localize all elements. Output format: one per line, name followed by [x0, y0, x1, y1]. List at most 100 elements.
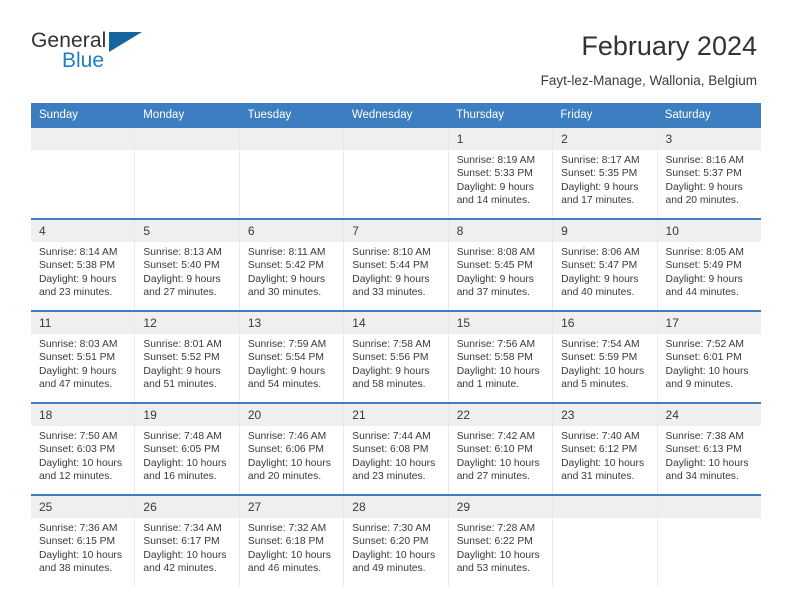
calendar-day-cell[interactable]: 24 Sunrise: 7:38 AM Sunset: 6:13 PM Dayligh… — [656, 404, 761, 494]
calendar-day-cell[interactable]: 12 Sunrise: 8:01 AM Sunset: 5:52 PM Dayligh… — [134, 312, 239, 402]
day-sunrise-text: Sunrise: 7:58 AM — [352, 339, 431, 350]
day-number: 25 — [31, 496, 135, 518]
calendar-day-cell[interactable]: 19 Sunrise: 7:48 AM Sunset: 6:05 PM Dayligh… — [134, 404, 239, 494]
day-sun-info: Sunrise: 8:13 AM Sunset: 5:40 PM Daylight:… — [135, 242, 238, 300]
general-blue-logo[interactable]: General Blue — [31, 28, 161, 78]
calendar-day-cell[interactable]: 11 Sunrise: 8:03 AM Sunset: 5:51 PM Dayligh… — [31, 312, 135, 402]
day-daylight-text: Daylight: 10 hours and 23 minutes. — [352, 457, 436, 483]
calendar-day-cell-empty — [552, 496, 657, 586]
weekday-header-row: Sunday Monday Tuesday Wednesday Thursday Frid… — [31, 103, 761, 128]
day-daylight-text: Daylight: 10 hours and 49 minutes. — [352, 549, 436, 575]
day-number: 15 — [448, 312, 553, 334]
calendar-day-cell[interactable]: 7 Sunrise: 8:10 AM Sunset: 5:44 PM Daylight… — [343, 220, 448, 310]
calendar-week-row: 25 Sunrise: 7:36 AM Sunset: 6:15 PM Dayligh… — [31, 494, 761, 586]
day-sunrise-text: Sunrise: 7:36 AM — [39, 523, 118, 534]
day-sunset-text: Sunset: 5:40 PM — [143, 260, 220, 272]
day-number — [31, 128, 135, 150]
day-sunset-text: Sunset: 6:18 PM — [247, 536, 324, 548]
day-sunset-text: Sunset: 5:52 PM — [143, 352, 220, 364]
day-daylight-text: Daylight: 10 hours and 31 minutes. — [561, 457, 645, 483]
calendar-day-cell[interactable]: 18 Sunrise: 7:50 AM Sunset: 6:03 PM Dayligh… — [31, 404, 135, 494]
calendar-day-cell[interactable]: 23 Sunrise: 7:40 AM Sunset: 6:12 PM Dayligh… — [552, 404, 657, 494]
day-sunrise-text: Sunrise: 7:32 AM — [247, 523, 327, 534]
day-sun-info: Sunrise: 7:38 AM Sunset: 6:13 PM Daylight:… — [658, 426, 761, 484]
calendar-day-cell[interactable]: 20 Sunrise: 7:46 AM Sunset: 6:06 PM Dayligh… — [238, 404, 344, 494]
day-sunset-text: Sunset: 5:42 PM — [247, 260, 324, 272]
calendar-week-row: 4 Sunrise: 8:14 AM Sunset: 5:38 PM Daylight… — [31, 218, 761, 310]
day-number — [239, 128, 344, 150]
calendar-day-cell[interactable]: 16 Sunrise: 7:54 AM Sunset: 5:59 PM Dayligh… — [552, 312, 657, 402]
weekday-header-wednesday: Wednesday — [351, 109, 413, 121]
calendar-day-cell[interactable]: 25 Sunrise: 7:36 AM Sunset: 6:15 PM Dayligh… — [31, 496, 135, 586]
day-sunset-text: Sunset: 6:22 PM — [456, 536, 533, 548]
day-sunrise-text: Sunrise: 8:05 AM — [665, 247, 744, 258]
logo-text-blue: Blue — [62, 49, 105, 72]
day-sunrise-text: Sunrise: 7:40 AM — [561, 431, 640, 442]
day-sunrise-text: Sunrise: 8:17 AM — [561, 155, 640, 166]
day-sunset-text: Sunset: 5:47 PM — [561, 260, 638, 272]
calendar-day-cell[interactable]: 9 Sunrise: 8:06 AM Sunset: 5:47 PM Daylight… — [552, 220, 657, 310]
day-number: 7 — [344, 220, 448, 242]
day-sunset-text: Sunset: 5:35 PM — [561, 168, 638, 180]
calendar-day-cell[interactable]: 13 Sunrise: 7:59 AM Sunset: 5:54 PM Dayligh… — [238, 312, 344, 402]
title-block: February 2024 Fayt-lez-Manage, Wallonia,… — [541, 28, 757, 89]
calendar-day-cell[interactable]: 8 Sunrise: 8:08 AM Sunset: 5:45 PM Daylight… — [447, 220, 553, 310]
calendar-day-cell[interactable]: 6 Sunrise: 8:11 AM Sunset: 5:42 PM Daylight… — [238, 220, 344, 310]
calendar-day-cell[interactable]: 22 Sunrise: 7:42 AM Sunset: 6:10 PM Dayligh… — [447, 404, 553, 494]
calendar-day-cell[interactable]: 26 Sunrise: 7:34 AM Sunset: 6:17 PM Dayligh… — [134, 496, 239, 586]
day-sunrise-text: Sunrise: 7:42 AM — [456, 431, 536, 442]
calendar-day-cell[interactable]: 1 Sunrise: 8:19 AM Sunset: 5:33 PM Daylight… — [447, 128, 553, 218]
day-sun-info: Sunrise: 8:11 AM Sunset: 5:42 PM Daylight:… — [240, 242, 343, 300]
day-sunrise-text: Sunrise: 8:16 AM — [665, 155, 744, 166]
day-sun-info: Sunrise: 7:42 AM Sunset: 6:10 PM Daylight:… — [449, 426, 552, 484]
day-number: 20 — [239, 404, 344, 426]
calendar-day-cell[interactable]: 15 Sunrise: 7:56 AM Sunset: 5:58 PM Dayligh… — [447, 312, 553, 402]
calendar-day-cell[interactable]: 29 Sunrise: 7:28 AM Sunset: 6:22 PM Dayligh… — [447, 496, 553, 586]
calendar-day-cell[interactable]: 28 Sunrise: 7:30 AM Sunset: 6:20 PM Dayligh… — [343, 496, 448, 586]
weekday-header-thursday: Thursday — [456, 109, 505, 121]
day-sun-info: Sunrise: 7:48 AM Sunset: 6:05 PM Daylight:… — [135, 426, 238, 484]
day-sunset-text: Sunset: 5:45 PM — [456, 260, 533, 272]
day-number: 19 — [135, 404, 239, 426]
day-sunrise-text: Sunrise: 7:34 AM — [143, 523, 222, 534]
day-sun-info: Sunrise: 7:50 AM Sunset: 6:03 PM Daylight:… — [31, 426, 134, 484]
day-daylight-text: Daylight: 9 hours and 30 minutes. — [247, 273, 326, 299]
day-sunset-text: Sunset: 6:03 PM — [39, 444, 116, 456]
day-sunrise-text: Sunrise: 7:28 AM — [456, 523, 536, 534]
day-sunset-text: Sunset: 5:56 PM — [352, 352, 429, 364]
calendar-day-cell[interactable]: 14 Sunrise: 7:58 AM Sunset: 5:56 PM Dayligh… — [343, 312, 448, 402]
day-sunrise-text: Sunrise: 8:10 AM — [352, 247, 431, 258]
calendar-day-cell-empty — [343, 128, 448, 218]
day-number: 16 — [553, 312, 657, 334]
calendar-day-cell[interactable]: 4 Sunrise: 8:14 AM Sunset: 5:38 PM Daylight… — [31, 220, 135, 310]
calendar-day-cell[interactable]: 2 Sunrise: 8:17 AM Sunset: 5:35 PM Daylight… — [552, 128, 657, 218]
day-number: 2 — [553, 128, 657, 150]
day-sunrise-text: Sunrise: 7:38 AM — [665, 431, 744, 442]
day-sunrise-text: Sunrise: 7:56 AM — [456, 339, 536, 350]
day-sunset-text: Sunset: 5:44 PM — [352, 260, 429, 272]
weekday-header-monday: Monday — [143, 109, 185, 121]
day-sun-info: Sunrise: 7:28 AM Sunset: 6:22 PM Daylight:… — [449, 518, 552, 576]
day-number — [657, 496, 761, 518]
day-daylight-text: Daylight: 10 hours and 46 minutes. — [247, 549, 331, 575]
calendar-day-cell[interactable]: 5 Sunrise: 8:13 AM Sunset: 5:40 PM Daylight… — [134, 220, 239, 310]
calendar-day-cell[interactable]: 3 Sunrise: 8:16 AM Sunset: 5:37 PM Daylight… — [656, 128, 761, 218]
calendar-day-cell-empty — [31, 128, 135, 218]
day-number: 9 — [553, 220, 657, 242]
calendar-day-cell[interactable]: 27 Sunrise: 7:32 AM Sunset: 6:18 PM Dayligh… — [238, 496, 344, 586]
weekday-header-friday: Friday — [560, 109, 593, 121]
day-sunrise-text: Sunrise: 8:11 AM — [247, 247, 326, 258]
day-daylight-text: Daylight: 9 hours and 27 minutes. — [143, 273, 221, 299]
day-sun-info: Sunrise: 7:34 AM Sunset: 6:17 PM Daylight:… — [135, 518, 238, 576]
day-sun-info: Sunrise: 7:32 AM Sunset: 6:18 PM Daylight:… — [240, 518, 343, 576]
day-daylight-text: Daylight: 9 hours and 47 minutes. — [39, 365, 117, 391]
calendar-day-cell[interactable]: 21 Sunrise: 7:44 AM Sunset: 6:08 PM Dayligh… — [343, 404, 448, 494]
day-number: 11 — [31, 312, 135, 334]
calendar-day-cell[interactable]: 17 Sunrise: 7:52 AM Sunset: 6:01 PM Dayligh… — [656, 312, 761, 402]
calendar-day-cell[interactable]: 10 Sunrise: 8:05 AM Sunset: 5:49 PM Dayligh… — [656, 220, 761, 310]
day-daylight-text: Daylight: 10 hours and 27 minutes. — [456, 457, 540, 483]
day-number: 4 — [31, 220, 135, 242]
day-number: 27 — [239, 496, 344, 518]
day-daylight-text: Daylight: 10 hours and 42 minutes. — [143, 549, 227, 575]
day-daylight-text: Daylight: 10 hours and 53 minutes. — [456, 549, 540, 575]
